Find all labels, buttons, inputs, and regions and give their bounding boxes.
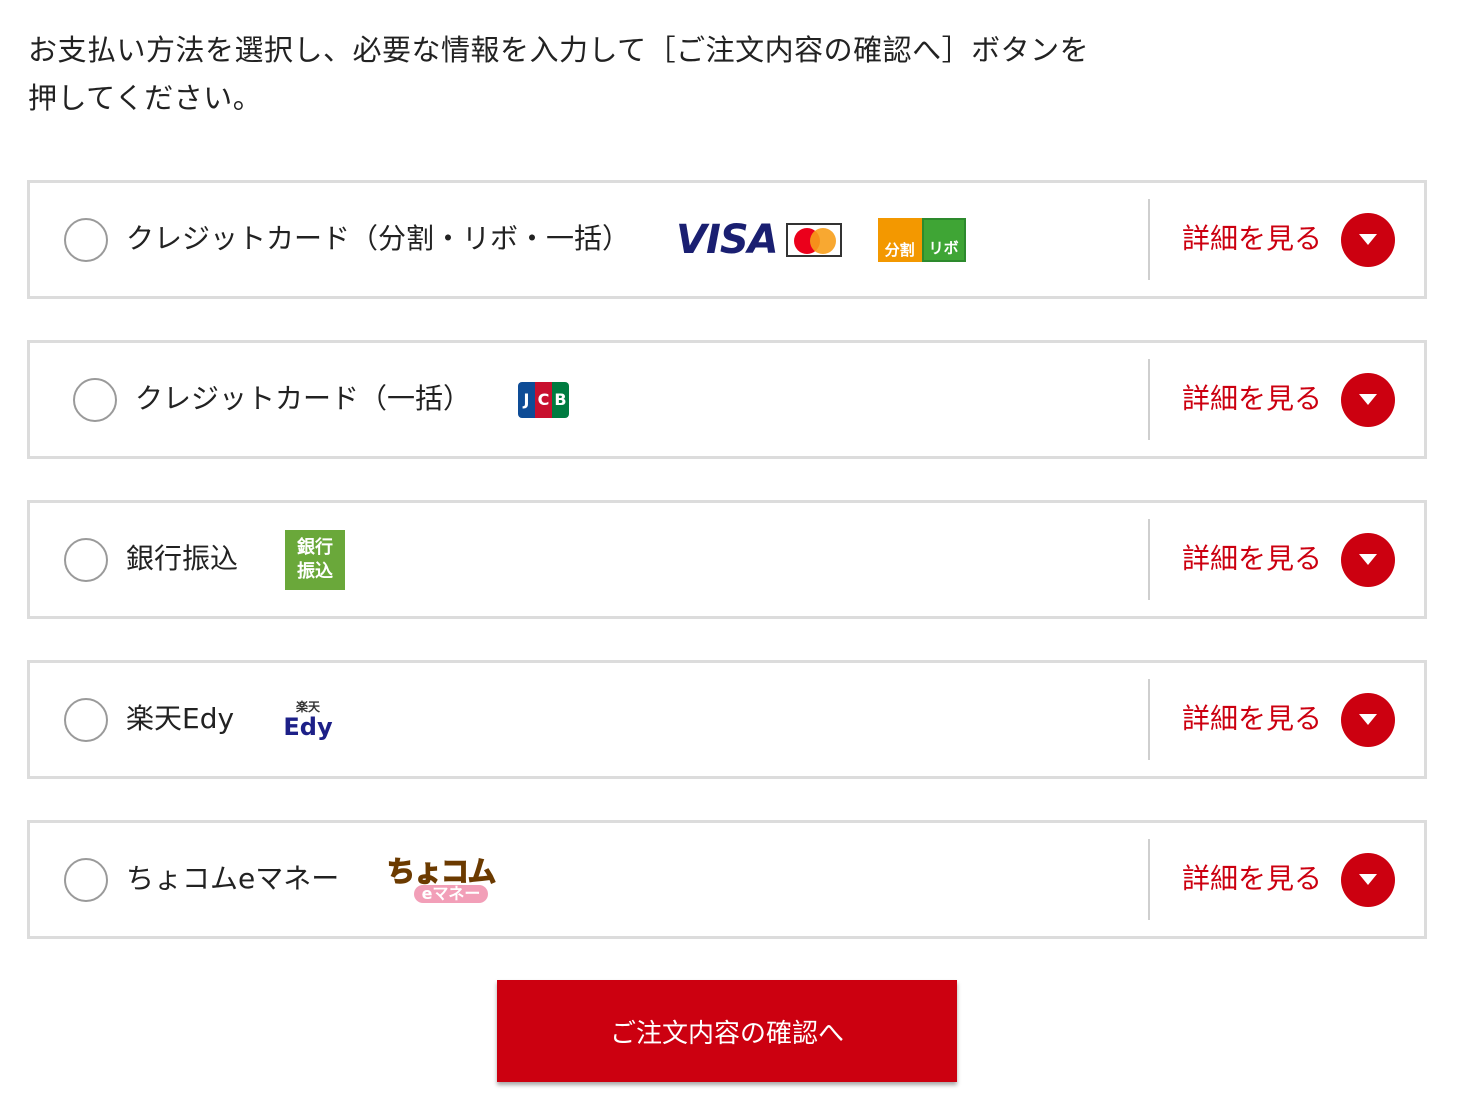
payment-option-chocom-emoney[interactable]: ちょコムeマネー ちょコム eマネー 詳細を見る: [27, 820, 1427, 939]
instruction-line-1: お支払い方法を選択し、必要な情報を入力して［ご注文内容の確認へ］ボタンを: [28, 33, 1090, 67]
jcb-logo: JCB: [518, 381, 569, 418]
visa-logo: VISA: [676, 216, 779, 263]
radio-button[interactable]: [64, 218, 108, 262]
option-label[interactable]: ちょコムeマネー: [126, 859, 339, 899]
chevron-down-icon[interactable]: [1341, 533, 1395, 587]
confirm-order-button[interactable]: ご注文内容の確認へ: [497, 980, 957, 1082]
divider: [1148, 839, 1150, 920]
installment-badge: 分割: [877, 217, 922, 262]
chevron-down-icon[interactable]: [1341, 693, 1395, 747]
payment-option-rakuten-edy[interactable]: 楽天Edy 楽天 Edy 詳細を見る: [27, 660, 1427, 779]
chevron-down-icon[interactable]: [1341, 213, 1395, 267]
chevron-down-icon[interactable]: [1341, 853, 1395, 907]
radio-button[interactable]: [64, 858, 108, 902]
chevron-down-icon[interactable]: [1341, 373, 1395, 427]
radio-button[interactable]: [64, 698, 108, 742]
view-details-link[interactable]: 詳細を見る: [1182, 539, 1322, 579]
divider: [1148, 359, 1150, 440]
revolving-badge: リボ: [921, 217, 966, 262]
view-details-link[interactable]: 詳細を見る: [1182, 379, 1322, 419]
payment-option-credit-card-lump-sum[interactable]: クレジットカード（一括） JCB 詳細を見る: [27, 340, 1427, 459]
mastercard-logo: [785, 222, 842, 257]
option-label[interactable]: クレジットカード（分割・リボ・一括）: [126, 219, 630, 259]
chocom-logo-wrap: ちょコム eマネー: [385, 823, 497, 936]
instruction-line-2: 押してください。: [28, 81, 263, 115]
bank-transfer-logo: 銀行 振込: [285, 529, 345, 590]
edy-logo-wrap: 楽天 Edy: [282, 663, 334, 776]
view-details-link[interactable]: 詳細を見る: [1182, 699, 1322, 739]
radio-button[interactable]: [64, 538, 108, 582]
card-logos: VISA 分割 リボ: [676, 183, 966, 296]
view-details-link[interactable]: 詳細を見る: [1182, 859, 1322, 899]
payment-option-credit-card-installment[interactable]: クレジットカード（分割・リボ・一括） VISA 分割 リボ 詳細を見る: [27, 180, 1427, 299]
edy-logo: 楽天 Edy: [283, 699, 333, 741]
divider: [1148, 199, 1150, 280]
option-label[interactable]: 銀行振込: [126, 539, 238, 579]
divider: [1148, 519, 1150, 600]
chocom-logo: ちょコム eマネー: [386, 854, 497, 903]
instruction-text: お支払い方法を選択し、必要な情報を入力して［ご注文内容の確認へ］ボタンを 押して…: [28, 26, 1228, 122]
option-label[interactable]: クレジットカード（一括）: [135, 379, 471, 419]
payment-option-bank-transfer[interactable]: 銀行振込 銀行 振込 詳細を見る: [27, 500, 1427, 619]
view-details-link[interactable]: 詳細を見る: [1182, 219, 1322, 259]
card-logos: JCB: [518, 343, 569, 456]
bank-transfer-logo-wrap: 銀行 振込: [285, 503, 345, 616]
radio-button[interactable]: [73, 378, 117, 422]
option-label[interactable]: 楽天Edy: [126, 699, 234, 739]
divider: [1148, 679, 1150, 760]
